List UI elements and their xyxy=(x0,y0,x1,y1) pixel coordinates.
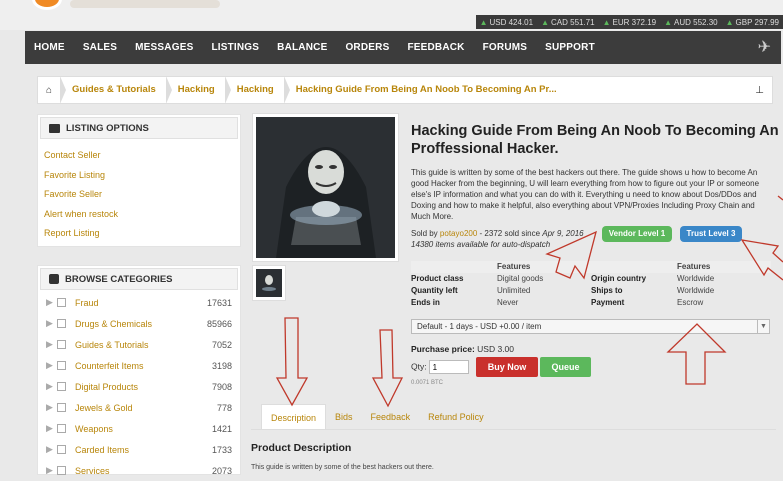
main-nav: HOME SALES MESSAGES LISTINGS BALANCE ORD… xyxy=(25,31,781,64)
ticker-item: ▲ USD 424.01 xyxy=(479,17,534,27)
currency-ticker: ▲ USD 424.01 ▲ CAD 551.71 ▲ EUR 372.19 ▲ AUD… xyxy=(475,15,783,29)
breadcrumb-item[interactable]: Hacking xyxy=(224,76,284,104)
category-checkbox[interactable] xyxy=(57,382,66,391)
tab-description[interactable]: Description xyxy=(261,404,327,430)
category-item[interactable]: ▶ Jewels & Gold 778 xyxy=(38,397,240,418)
features-table: Features Features Product class Digital g… xyxy=(411,261,771,309)
paper-plane-icon[interactable]: ✈ xyxy=(758,37,771,57)
ticker-item: ▲ EUR 372.19 xyxy=(602,17,657,27)
caret-right-icon[interactable]: ▶ xyxy=(46,297,56,308)
tabs-divider xyxy=(251,429,776,430)
play-square-icon xyxy=(49,274,59,284)
caret-right-icon[interactable]: ▶ xyxy=(46,444,56,455)
category-checkbox[interactable] xyxy=(57,298,66,307)
product-image[interactable] xyxy=(252,113,399,262)
breadcrumb-item[interactable]: Guides & Tutorials xyxy=(60,76,166,104)
listing-tabs: Description Bids Feedback Refund Policy xyxy=(261,404,493,430)
thumbnail-image xyxy=(256,269,282,297)
nav-orders[interactable]: ORDERS xyxy=(336,42,398,53)
category-checkbox[interactable] xyxy=(57,361,66,370)
breadcrumb-item[interactable]: Hacking xyxy=(165,76,225,104)
vendor-link[interactable]: potayo200 xyxy=(440,229,477,238)
availability-text: 14380 items available for auto-dispatch xyxy=(411,240,551,249)
hooded-figure-image xyxy=(256,117,395,258)
category-checkbox[interactable] xyxy=(57,466,66,475)
caret-right-icon[interactable]: ▶ xyxy=(46,423,56,434)
category-checkbox[interactable] xyxy=(57,319,66,328)
category-item[interactable]: ▶ Weapons 1421 xyxy=(38,418,240,439)
category-item[interactable]: ▶ Guides & Tutorials 7052 xyxy=(38,334,240,355)
buy-now-button[interactable]: Buy Now xyxy=(476,357,538,377)
briefcase-icon xyxy=(49,123,60,133)
listing-main: Hacking Guide From Being An Noob To Beco… xyxy=(251,113,781,471)
browse-categories-panel: BROWSE CATEGORIES ▶ Fraud 17631 ▶ Drugs & C… xyxy=(37,265,241,476)
nav-support[interactable]: SUPPORT xyxy=(536,42,604,53)
ticker-item: ▲ GBP 297.99 xyxy=(725,17,779,27)
features-header-row: Features Features xyxy=(411,261,771,273)
listing-options-panel: LISTING OPTIONS Contact Seller Favorite … xyxy=(37,114,241,247)
home-icon[interactable]: ⌂ xyxy=(38,85,60,96)
queue-button[interactable]: Queue xyxy=(540,357,591,377)
category-item[interactable]: ▶ Services 2073 xyxy=(38,460,240,481)
contact-seller-link[interactable]: Contact Seller xyxy=(38,145,240,165)
caret-right-icon[interactable]: ▶ xyxy=(46,381,56,392)
alert-restock-link[interactable]: Alert when restock xyxy=(38,204,240,224)
caret-right-icon[interactable]: ▶ xyxy=(46,318,56,329)
breadcrumb-item[interactable]: Hacking Guide From Being An Noob To Beco… xyxy=(283,76,567,104)
sitemap-icon[interactable]: ⊥ xyxy=(755,85,764,96)
category-item[interactable]: ▶ Digital Products 7908 xyxy=(38,376,240,397)
nav-feedback[interactable]: FEEDBACK xyxy=(398,42,473,53)
site-logo[interactable] xyxy=(32,0,62,10)
category-item[interactable]: ▶ Fraud 17631 xyxy=(38,292,240,313)
table-row: Quantity left Unlimited Ships to Worldwide xyxy=(411,286,715,295)
ticker-item: ▲ CAD 551.71 xyxy=(541,17,595,27)
product-description: This guide is written by some of the bes… xyxy=(411,168,760,221)
chevron-down-icon[interactable]: ▼ xyxy=(757,320,769,333)
breadcrumb: ⌂ Guides & Tutorials Hacking Hacking Hac… xyxy=(37,76,773,104)
table-row: Ends in Never Payment Escrow xyxy=(411,298,704,307)
nav-balance[interactable]: BALANCE xyxy=(268,42,336,53)
purchase-price: Purchase price: USD 3.00 xyxy=(411,344,515,354)
nav-messages[interactable]: MESSAGES xyxy=(126,42,202,53)
category-checkbox[interactable] xyxy=(57,403,66,412)
listing-options-header: LISTING OPTIONS xyxy=(40,117,238,139)
btc-price: 0.0071 BTC xyxy=(411,380,444,386)
category-checkbox[interactable] xyxy=(57,445,66,454)
product-thumbnail[interactable] xyxy=(252,265,286,301)
tab-feedback[interactable]: Feedback xyxy=(362,404,420,430)
shipping-select[interactable]: Default - 1 days - USD +0.00 / item ▼ xyxy=(411,319,770,334)
site-logo-text xyxy=(70,0,220,8)
tab-bids[interactable]: Bids xyxy=(326,404,362,430)
favorite-listing-link[interactable]: Favorite Listing xyxy=(38,165,240,185)
seller-info: Sold by potayo200 - 2372 sold since Apr … xyxy=(411,229,584,249)
nav-sales[interactable]: SALES xyxy=(74,42,126,53)
browse-categories-header: BROWSE CATEGORIES xyxy=(40,268,238,290)
table-row: Product class Digital goods Origin country… xyxy=(411,274,715,283)
quantity-input[interactable] xyxy=(428,360,469,374)
tab-refund-policy[interactable]: Refund Policy xyxy=(419,404,493,430)
trust-level-badge: Trust Level 3 xyxy=(680,226,742,242)
ticker-item: ▲ AUD 552.30 xyxy=(664,17,718,27)
product-title: Hacking Guide From Being An Noob To Beco… xyxy=(411,123,779,157)
nav-listings[interactable]: LISTINGS xyxy=(202,42,268,53)
category-item[interactable]: ▶ Drugs & Chemicals 85966 xyxy=(38,313,240,334)
caret-right-icon[interactable]: ▶ xyxy=(46,402,56,413)
category-item[interactable]: ▶ Counterfeit Items 3198 xyxy=(38,355,240,376)
nav-home[interactable]: HOME xyxy=(25,42,74,53)
product-description-heading: Product Description xyxy=(251,442,352,454)
caret-right-icon[interactable]: ▶ xyxy=(46,360,56,371)
nav-forums[interactable]: FORUMS xyxy=(474,42,537,53)
vendor-level-badge: Vendor Level 1 xyxy=(602,226,672,242)
category-checkbox[interactable] xyxy=(57,340,66,349)
favorite-seller-link[interactable]: Favorite Seller xyxy=(38,184,240,204)
report-listing-link[interactable]: Report Listing xyxy=(38,223,240,243)
category-checkbox[interactable] xyxy=(57,424,66,433)
caret-right-icon[interactable]: ▶ xyxy=(46,339,56,350)
category-item[interactable]: ▶ Carded Items 1733 xyxy=(38,439,240,460)
quantity-field: Qty: xyxy=(411,360,469,374)
caret-right-icon[interactable]: ▶ xyxy=(46,465,56,476)
top-bar: ▲ USD 424.01 ▲ CAD 551.71 ▲ EUR 372.19 ▲ AUD… xyxy=(0,0,783,30)
